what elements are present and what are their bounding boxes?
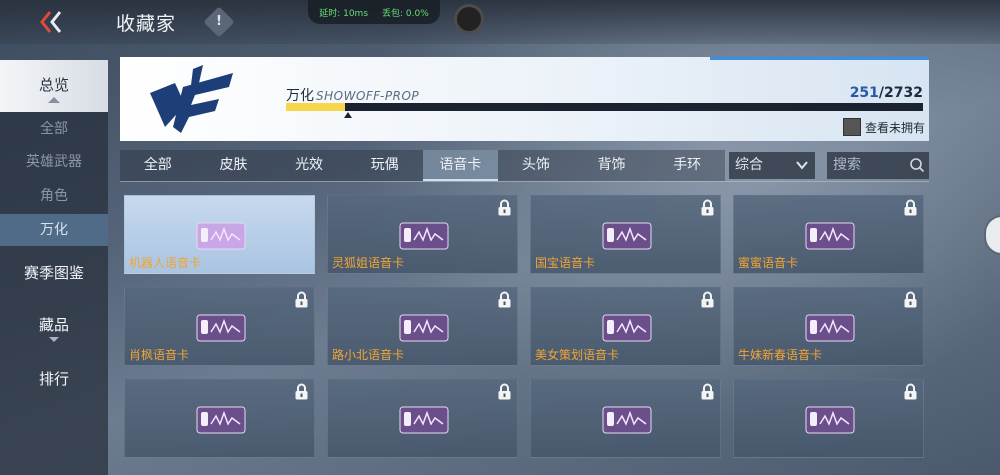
voice-card[interactable]: 路小北语音卡: [327, 287, 518, 366]
sidebar-item-collection[interactable]: 藏品: [0, 314, 108, 348]
voice-card[interactable]: 国宝语音卡: [530, 195, 721, 274]
voice-card-icon: [805, 222, 855, 250]
collection-name-en: SHOWOFF-PROP: [316, 89, 420, 103]
voice-card-name: 肖枫语音卡: [129, 348, 190, 362]
voice-card-icon: [602, 406, 652, 434]
voice-card[interactable]: 机器人语音卡: [124, 195, 315, 274]
voice-card-name: 蜜蜜语音卡: [738, 256, 799, 270]
sidebar-item-all[interactable]: 全部: [0, 117, 108, 141]
sidebar-item-weapons[interactable]: 英雄武器: [0, 150, 108, 174]
lock-icon: [701, 199, 714, 216]
sidebar-item-label: 总览: [38, 76, 69, 94]
info-button[interactable]: !: [203, 6, 235, 38]
search-input[interactable]: 搜索: [827, 152, 929, 179]
sidebar-item-variety[interactable]: 万化: [0, 214, 108, 246]
banner-accent-bar: [710, 57, 929, 60]
lock-icon: [498, 291, 511, 308]
tab-1[interactable]: 皮肤: [196, 150, 272, 181]
count-total: /2732: [878, 85, 923, 101]
tab-0[interactable]: 全部: [120, 150, 196, 181]
back-button[interactable]: [36, 8, 66, 36]
show-unowned-label: 查看未拥有: [864, 120, 925, 135]
expand-arrow-icon: [49, 337, 59, 342]
progress-fill: [286, 103, 345, 111]
tab-3[interactable]: 玩偶: [347, 150, 423, 181]
collapse-arrow-icon: [48, 97, 60, 103]
voice-card-name: 国宝语音卡: [535, 256, 596, 270]
sort-select[interactable]: 综合: [729, 152, 815, 179]
collection-name-cn: 万化: [286, 88, 314, 104]
voice-card-name: 机器人语音卡: [129, 256, 202, 270]
tab-7[interactable]: 手环: [649, 150, 725, 181]
voice-card[interactable]: 牛妹新春语音卡: [733, 287, 924, 366]
collection-count: 251/2732: [850, 85, 923, 101]
lock-icon: [295, 291, 308, 308]
sort-value: 综合: [735, 157, 763, 173]
sidebar-item-overview[interactable]: 总览: [0, 60, 108, 112]
tabs-divider: [120, 181, 929, 182]
voice-card-icon: [805, 406, 855, 434]
voice-card[interactable]: [327, 379, 518, 458]
side-drawer-handle[interactable]: [984, 215, 1000, 255]
lock-icon: [904, 199, 917, 216]
progress-bar: [286, 103, 923, 111]
lock-icon: [295, 383, 308, 400]
latency-text: 延时: 10ms: [319, 8, 369, 19]
voice-card-icon: [196, 406, 246, 434]
cf-logo-icon: [150, 65, 233, 133]
voice-card[interactable]: 灵狐姐语音卡: [327, 195, 518, 274]
voice-card-name: 路小北语音卡: [332, 348, 405, 362]
voice-card-icon: [196, 314, 246, 342]
sidebar-item-season[interactable]: 赛季图鉴: [0, 260, 108, 286]
lock-icon: [701, 383, 714, 400]
packet-loss-text: 丢包: 0.0%: [382, 8, 429, 19]
voice-card[interactable]: [733, 379, 924, 458]
checkbox[interactable]: [842, 118, 861, 136]
voice-card-icon: [805, 314, 855, 342]
voice-card-name: 美女策划语音卡: [535, 348, 620, 362]
sidebar: 总览 全部 英雄武器 角色 万化 赛季图鉴 藏品 排行: [0, 60, 108, 475]
voice-card-icon: [602, 314, 652, 342]
double-chevron-left-icon: [40, 11, 62, 33]
lock-icon: [904, 291, 917, 308]
collection-banner: 万化 SHOWOFF-PROP 251/2732 查看未拥有: [120, 57, 929, 141]
show-unowned-toggle[interactable]: 查看未拥有: [842, 117, 925, 137]
sidebar-item-roles[interactable]: 角色: [0, 184, 108, 208]
voice-card[interactable]: [124, 379, 315, 458]
tab-2[interactable]: 光效: [271, 150, 347, 181]
tab-4[interactable]: 语音卡: [422, 150, 499, 181]
voice-card-name: 灵狐姐语音卡: [332, 256, 405, 270]
chevron-down-icon: [796, 161, 808, 170]
info-icon: !: [216, 14, 222, 29]
lock-icon: [701, 291, 714, 308]
lock-icon: [904, 383, 917, 400]
search-placeholder: 搜索: [833, 157, 861, 173]
sidebar-item-label: 藏品: [38, 316, 69, 334]
tab-5[interactable]: 头饰: [498, 150, 574, 181]
voice-card-icon: [602, 222, 652, 250]
voice-card[interactable]: [530, 379, 721, 458]
voice-card[interactable]: 美女策划语音卡: [530, 287, 721, 366]
lock-icon: [498, 199, 511, 216]
network-status: 延时: 10ms 丢包: 0.0%: [308, 0, 440, 24]
tab-6[interactable]: 背饰: [574, 150, 650, 181]
top-bar: 收藏家 ! 延时: 10ms 丢包: 0.0%: [0, 0, 1000, 44]
voice-card[interactable]: 肖枫语音卡: [124, 287, 315, 366]
collection-name: 万化 SHOWOFF-PROP: [286, 85, 419, 105]
voice-card-icon: [196, 222, 246, 250]
lock-icon: [498, 383, 511, 400]
voice-card[interactable]: 蜜蜜语音卡: [733, 195, 924, 274]
voice-card-icon: [399, 314, 449, 342]
page-title: 收藏家: [116, 13, 177, 35]
count-current: 251: [849, 85, 879, 101]
category-tabs: 全部 皮肤 光效 玩偶 语音卡 头饰 背饰 手环: [120, 150, 725, 181]
item-grid: 机器人语音卡 灵狐姐语音卡 国宝语音卡 蜜蜜语音卡肖枫语音卡 路小北语音卡 美女策划语音卡…: [124, 195, 924, 475]
voice-card-icon: [399, 222, 449, 250]
search-icon: [910, 158, 925, 173]
voice-card-icon: [399, 406, 449, 434]
sidebar-item-ranking[interactable]: 排行: [0, 366, 108, 392]
record-button[interactable]: [454, 4, 484, 34]
progress-marker-icon: [344, 112, 352, 118]
voice-card-name: 牛妹新春语音卡: [738, 348, 823, 362]
